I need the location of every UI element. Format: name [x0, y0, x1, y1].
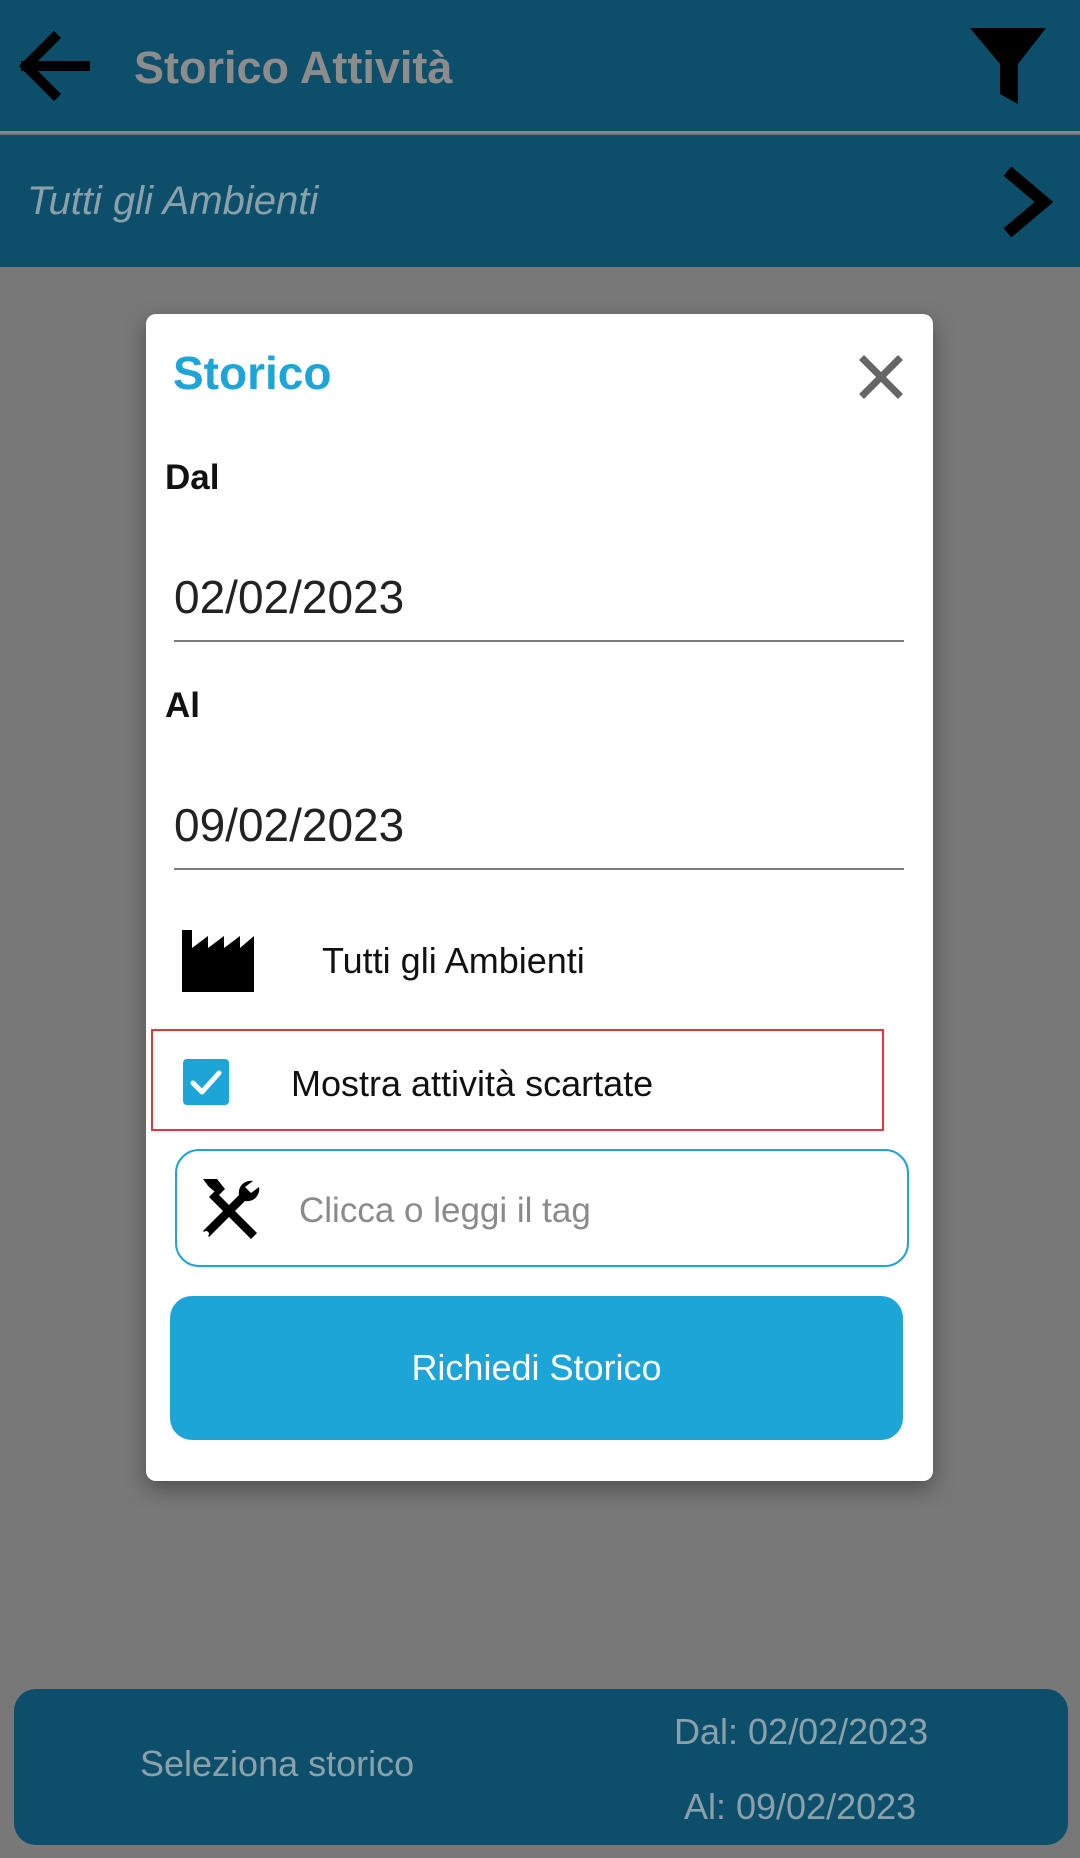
select-history-label: Seleziona storico: [140, 1743, 415, 1784]
show-discarded-row[interactable]: Mostra attività scartate: [151, 1029, 884, 1131]
environment-selector-label: Tutti gli Ambienti: [27, 179, 319, 223]
filter-icon[interactable]: [966, 24, 1050, 108]
dialog-title: Storico: [173, 347, 332, 399]
show-discarded-label: Mostra attività scartate: [291, 1063, 654, 1104]
environment-label: Tutti gli Ambienti: [322, 940, 585, 981]
tag-input-placeholder: Clicca o leggi il tag: [299, 1191, 591, 1230]
tag-input[interactable]: Clicca o leggi il tag: [175, 1149, 909, 1267]
close-icon[interactable]: [856, 352, 906, 402]
arrow-left-icon[interactable]: [14, 28, 90, 104]
history-summary-bar[interactable]: Seleziona storico Dal: 02/02/2023 Al: 09…: [14, 1689, 1068, 1845]
tools-icon: [203, 1179, 260, 1239]
summary-to-date: Al: 09/02/2023: [684, 1786, 917, 1827]
chevron-right-icon: [1003, 167, 1054, 237]
check-icon: [190, 1070, 222, 1095]
page-title: Storico Attività: [134, 42, 453, 93]
from-date-label: Dal: [165, 458, 220, 497]
environment-selector-bar[interactable]: Tutti gli Ambienti: [0, 135, 1080, 267]
history-dialog: Storico Dal 02/02/2023 Al 09/02/2023 Tut…: [146, 314, 933, 1481]
request-history-button[interactable]: Richiedi Storico: [170, 1296, 903, 1440]
summary-from-date: Dal: 02/02/2023: [674, 1711, 929, 1752]
app-bar: Storico Attività: [0, 0, 1080, 133]
to-date-field[interactable]: 09/02/2023: [174, 786, 904, 870]
factory-icon: [182, 930, 254, 992]
from-date-field[interactable]: 02/02/2023: [174, 558, 904, 642]
show-discarded-checkbox[interactable]: [183, 1059, 229, 1105]
to-date-label: Al: [165, 686, 200, 725]
environment-row[interactable]: Tutti gli Ambienti: [182, 928, 882, 998]
